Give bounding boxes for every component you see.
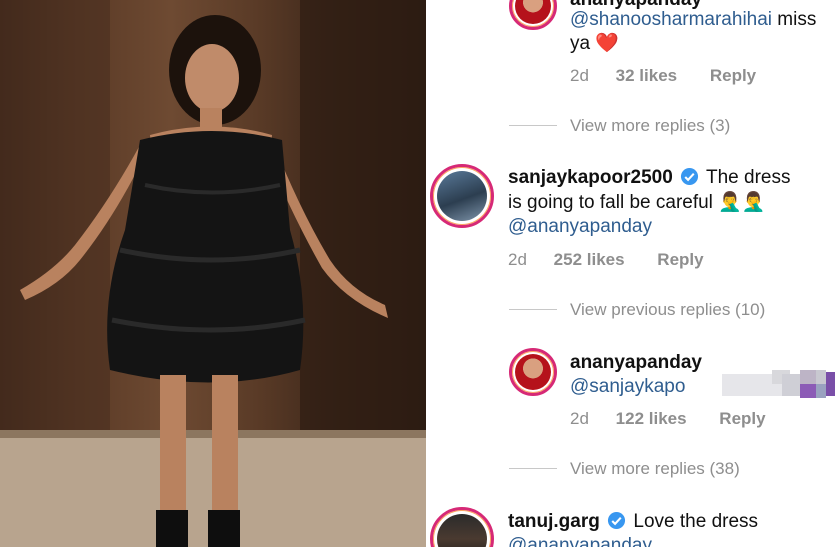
comment-text: tanuj.garg Love the dress xyxy=(508,510,758,534)
comment-text-rest: miss xyxy=(772,9,817,30)
comment-mention[interactable]: @shanoosharmarahihai xyxy=(570,9,772,30)
photo-illustration xyxy=(0,0,426,547)
comment-mention[interactable]: @ananyapanday xyxy=(508,535,652,547)
comment-text: @shanoosharmarahihai miss xyxy=(570,8,816,32)
comment-age: 2d xyxy=(508,250,527,269)
comment-text-line2: is going to fall be careful 🤦‍♂️🤦‍♂️ xyxy=(508,191,766,215)
comment-text-line1: The dress xyxy=(705,167,791,188)
view-more-replies-link[interactable]: View more replies (3) xyxy=(570,116,730,136)
facepalm-emoji-icon: 🤦‍♂️🤦‍♂️ xyxy=(718,192,766,213)
comment-text-ya: ya xyxy=(570,33,591,54)
comment-text-line2: ya ❤️ xyxy=(570,32,619,56)
view-previous-replies-link[interactable]: View previous replies (10) xyxy=(570,300,765,320)
comment-meta: 2d 32 likes Reply xyxy=(570,66,756,86)
comment-age: 2d xyxy=(570,409,589,428)
comments-panel[interactable]: ananyapanday @shanoosharmarahihai miss y… xyxy=(426,0,835,547)
heart-emoji-icon: ❤️ xyxy=(595,33,620,54)
divider-line xyxy=(509,125,557,126)
reply-button[interactable]: Reply xyxy=(710,66,756,85)
pixelated-redaction xyxy=(722,370,835,400)
view-more-replies-link[interactable]: View more replies (38) xyxy=(570,459,740,479)
divider-line xyxy=(509,468,557,469)
verified-badge-icon xyxy=(608,511,626,530)
comment-meta: 2d 122 likes Reply xyxy=(570,409,766,429)
avatar-sanjaykapoor2500[interactable] xyxy=(430,164,494,228)
comment-text-line3: @ananyapanday xyxy=(508,215,652,239)
comment-likes[interactable]: 122 likes xyxy=(616,409,687,428)
comment-likes[interactable]: 252 likes xyxy=(554,250,625,269)
comment-meta: 2d 252 likes Reply xyxy=(508,250,704,270)
avatar-tanuj-garg[interactable] xyxy=(430,507,494,547)
post-photo xyxy=(0,0,426,547)
comment-text: sanjaykapoor2500 The dress xyxy=(508,166,790,190)
comment-username[interactable]: ananyapanday xyxy=(570,351,702,375)
comment-mention[interactable]: @ananyapanday xyxy=(508,216,652,237)
avatar-ananyapanday[interactable] xyxy=(509,348,557,396)
verified-badge-icon xyxy=(680,167,699,186)
comment-text-line1: Love the dress xyxy=(633,511,759,532)
reply-button[interactable]: Reply xyxy=(657,250,703,269)
comment-text-body: is going to fall be careful xyxy=(508,192,713,213)
comment-username[interactable]: sanjaykapoor2500 xyxy=(508,167,673,188)
comment-text: @sanjaykapo xyxy=(570,375,685,399)
comment-likes[interactable]: 32 likes xyxy=(616,66,677,85)
divider-line xyxy=(509,309,557,310)
comment-age: 2d xyxy=(570,66,589,85)
avatar-ananyapanday[interactable] xyxy=(509,0,557,30)
reply-button[interactable]: Reply xyxy=(719,409,765,428)
comment-mention[interactable]: @sanjaykapo xyxy=(570,376,685,397)
comment-text-line2: @ananyapanday xyxy=(508,534,652,547)
comment-username[interactable]: tanuj.garg xyxy=(508,511,600,532)
